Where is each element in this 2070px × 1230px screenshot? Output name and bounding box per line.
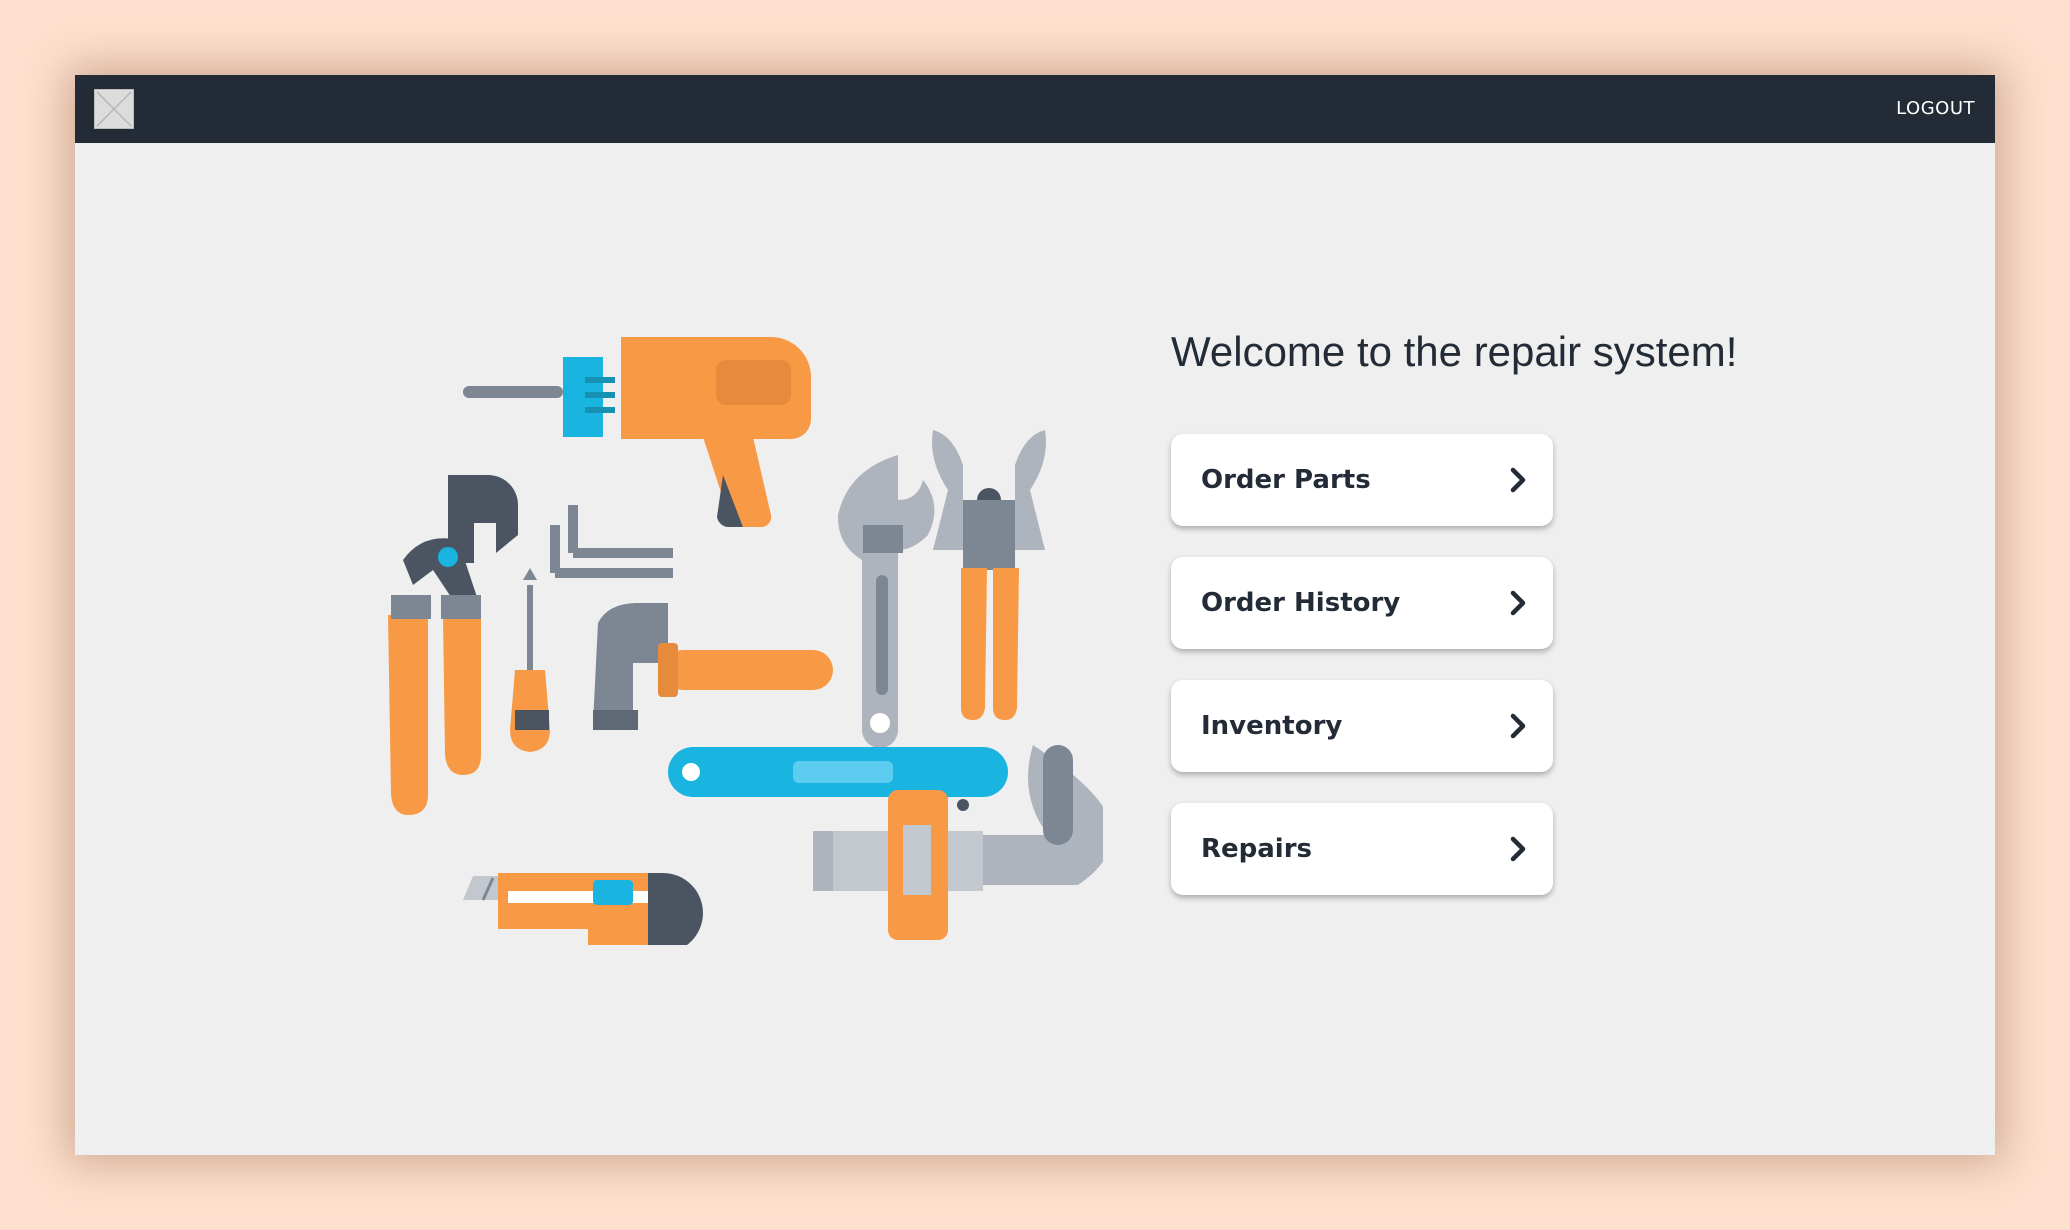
menu-card-label: Repairs (1201, 834, 1313, 864)
pliers-icon (388, 475, 518, 815)
menu-card-order-parts[interactable]: Order Parts (1171, 434, 1553, 526)
open-wrench-icon (668, 747, 1008, 797)
chevron-right-icon (1510, 467, 1526, 493)
adjustable-wrench-icon (837, 455, 935, 748)
menu-card-repairs[interactable]: Repairs (1171, 803, 1553, 895)
utility-knife-icon (463, 873, 703, 945)
menu-card-label: Order History (1201, 588, 1401, 618)
chevron-right-icon (1510, 713, 1526, 739)
menu-card-label: Inventory (1201, 711, 1343, 741)
top-navigation-bar: LOGOUT (75, 75, 1995, 143)
welcome-heading: Welcome to the repair system! (1171, 328, 1738, 375)
logout-link[interactable]: LOGOUT (1896, 75, 1975, 143)
menu-card-label: Order Parts (1201, 465, 1371, 495)
menu-card-inventory[interactable]: Inventory (1171, 680, 1553, 772)
chevron-right-icon (1510, 836, 1526, 862)
cutting-pliers-icon (932, 430, 1046, 720)
logo-image-placeholder-icon (94, 89, 134, 129)
allen-keys-icon (550, 505, 673, 578)
hammer-icon (593, 603, 833, 730)
menu-card-order-history[interactable]: Order History (1171, 557, 1553, 649)
tools-illustration (388, 337, 1103, 945)
screwdriver-icon (510, 568, 550, 752)
app-window: LOGOUT Welcome to the repair system! Ord… (75, 75, 1995, 1155)
chevron-right-icon (1510, 590, 1526, 616)
